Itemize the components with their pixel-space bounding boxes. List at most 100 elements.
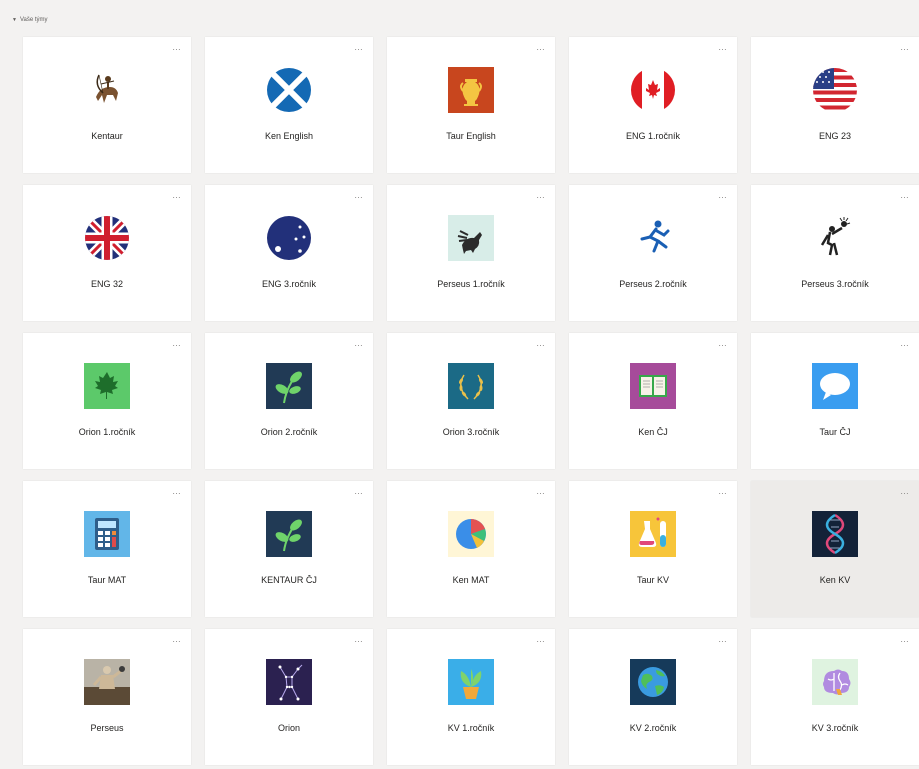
- more-options-icon[interactable]: …: [718, 43, 727, 52]
- speech-bubble-icon: [812, 363, 858, 409]
- perseus-statue-icon: [84, 659, 130, 705]
- more-options-icon[interactable]: …: [354, 487, 363, 496]
- team-name: KV 3.ročník: [811, 723, 859, 733]
- more-options-icon[interactable]: …: [354, 339, 363, 348]
- more-options-icon[interactable]: …: [718, 339, 727, 348]
- team-card[interactable]: … KV 3.ročník: [751, 629, 919, 765]
- pegasus-icon: [448, 215, 494, 261]
- section-toggle-your-teams[interactable]: ▼ Vaše týmy: [12, 17, 48, 23]
- more-options-icon[interactable]: …: [900, 191, 909, 200]
- more-options-icon[interactable]: …: [354, 635, 363, 644]
- chevron-down-icon: ▼: [12, 17, 17, 23]
- pie-chart-icon: [448, 511, 494, 557]
- team-card[interactable]: … Orion: [205, 629, 373, 765]
- more-options-icon[interactable]: …: [354, 43, 363, 52]
- more-options-icon[interactable]: …: [900, 43, 909, 52]
- laurel-wreath-icon: [448, 363, 494, 409]
- scotland-flag-icon: [266, 67, 312, 113]
- team-card[interactable]: … Perseus 2.ročník: [569, 185, 737, 321]
- team-name: Perseus 2.ročník: [619, 279, 687, 289]
- canada-flag-icon: [630, 67, 676, 113]
- more-options-icon[interactable]: …: [900, 339, 909, 348]
- team-name: Perseus 1.ročník: [437, 279, 505, 289]
- sprout-icon: [266, 511, 312, 557]
- dna-icon: [812, 511, 858, 557]
- team-card[interactable]: … KV 1.ročník: [387, 629, 555, 765]
- team-card[interactable]: … ENG 32: [23, 185, 191, 321]
- team-name: ENG 23: [818, 131, 851, 141]
- australia-flag-icon: [266, 215, 312, 261]
- more-options-icon[interactable]: …: [900, 487, 909, 496]
- more-options-icon[interactable]: …: [536, 635, 545, 644]
- team-name: ENG 1.ročník: [625, 131, 681, 141]
- running-figure-icon: [630, 215, 676, 261]
- sprout-icon: [266, 363, 312, 409]
- team-name: KV 1.ročník: [447, 723, 495, 733]
- open-book-icon: [630, 363, 676, 409]
- more-options-icon[interactable]: …: [718, 487, 727, 496]
- team-card[interactable]: … ENG 23: [751, 37, 919, 173]
- team-card[interactable]: … ENG 3.ročník: [205, 185, 373, 321]
- team-name: Perseus: [90, 723, 124, 733]
- more-options-icon[interactable]: …: [718, 635, 727, 644]
- team-name: Orion 3.ročník: [442, 427, 500, 437]
- more-options-icon[interactable]: …: [900, 635, 909, 644]
- more-options-icon[interactable]: …: [172, 487, 181, 496]
- team-card[interactable]: … Taur MAT: [23, 481, 191, 617]
- team-name: ENG 32: [90, 279, 123, 289]
- team-name: Ken MAT: [452, 575, 490, 585]
- more-options-icon[interactable]: …: [354, 191, 363, 200]
- earth-globe-icon: [630, 659, 676, 705]
- team-name: Ken ČJ: [638, 427, 668, 437]
- more-options-icon[interactable]: …: [172, 339, 181, 348]
- team-name: Orion 1.ročník: [78, 427, 136, 437]
- brain-icon: [812, 659, 858, 705]
- more-options-icon[interactable]: …: [536, 43, 545, 52]
- team-name: Perseus 3.ročník: [801, 279, 869, 289]
- team-name: Taur English: [446, 131, 496, 141]
- team-card[interactable]: … ENG 1.ročník: [569, 37, 737, 173]
- section-label: Vaše týmy: [19, 17, 48, 23]
- team-name: Ken KV: [819, 575, 851, 585]
- centaur-archer-icon: [84, 67, 130, 113]
- amphora-icon: [448, 67, 494, 113]
- team-name: KV 2.ročník: [629, 723, 677, 733]
- team-card[interactable]: … Perseus 3.ročník: [751, 185, 919, 321]
- warrior-with-head-icon: [812, 215, 858, 261]
- more-options-icon[interactable]: …: [718, 191, 727, 200]
- team-card[interactable]: … Ken English: [205, 37, 373, 173]
- team-card[interactable]: … Taur KV: [569, 481, 737, 617]
- more-options-icon[interactable]: …: [172, 191, 181, 200]
- team-name: Kentaur: [91, 131, 123, 141]
- team-card[interactable]: … Perseus 1.ročník: [387, 185, 555, 321]
- team-card[interactable]: … KV 2.ročník: [569, 629, 737, 765]
- team-card[interactable]: … Taur English: [387, 37, 555, 173]
- team-card[interactable]: … KENTAUR ČJ: [205, 481, 373, 617]
- team-card[interactable]: … Ken MAT: [387, 481, 555, 617]
- more-options-icon[interactable]: …: [536, 487, 545, 496]
- team-card[interactable]: … Ken KV: [751, 481, 919, 617]
- team-card[interactable]: … Perseus: [23, 629, 191, 765]
- team-card[interactable]: … Kentaur: [23, 37, 191, 173]
- team-card[interactable]: … Taur ČJ: [751, 333, 919, 469]
- team-name: KENTAUR ČJ: [261, 575, 317, 585]
- team-card[interactable]: … Ken ČJ: [569, 333, 737, 469]
- team-card[interactable]: … Orion 2.ročník: [205, 333, 373, 469]
- team-name: Orion 2.ročník: [260, 427, 318, 437]
- team-card[interactable]: … Orion 3.ročník: [387, 333, 555, 469]
- team-name: ENG 3.ročník: [261, 279, 317, 289]
- team-card[interactable]: … Orion 1.ročník: [23, 333, 191, 469]
- maple-leaf-icon: [84, 363, 130, 409]
- orion-constellation-icon: [266, 659, 312, 705]
- uk-flag-icon: [84, 215, 130, 261]
- teams-grid: … Kentaur … Ken English … Taur English … ENG 1.…: [23, 37, 919, 765]
- calculator-icon: [84, 511, 130, 557]
- more-options-icon[interactable]: …: [172, 635, 181, 644]
- usa-flag-icon: [812, 67, 858, 113]
- more-options-icon[interactable]: …: [536, 191, 545, 200]
- potted-plant-icon: [448, 659, 494, 705]
- team-name: Taur ČJ: [819, 427, 851, 437]
- more-options-icon[interactable]: …: [536, 339, 545, 348]
- more-options-icon[interactable]: …: [172, 43, 181, 52]
- team-name: Orion: [277, 723, 300, 733]
